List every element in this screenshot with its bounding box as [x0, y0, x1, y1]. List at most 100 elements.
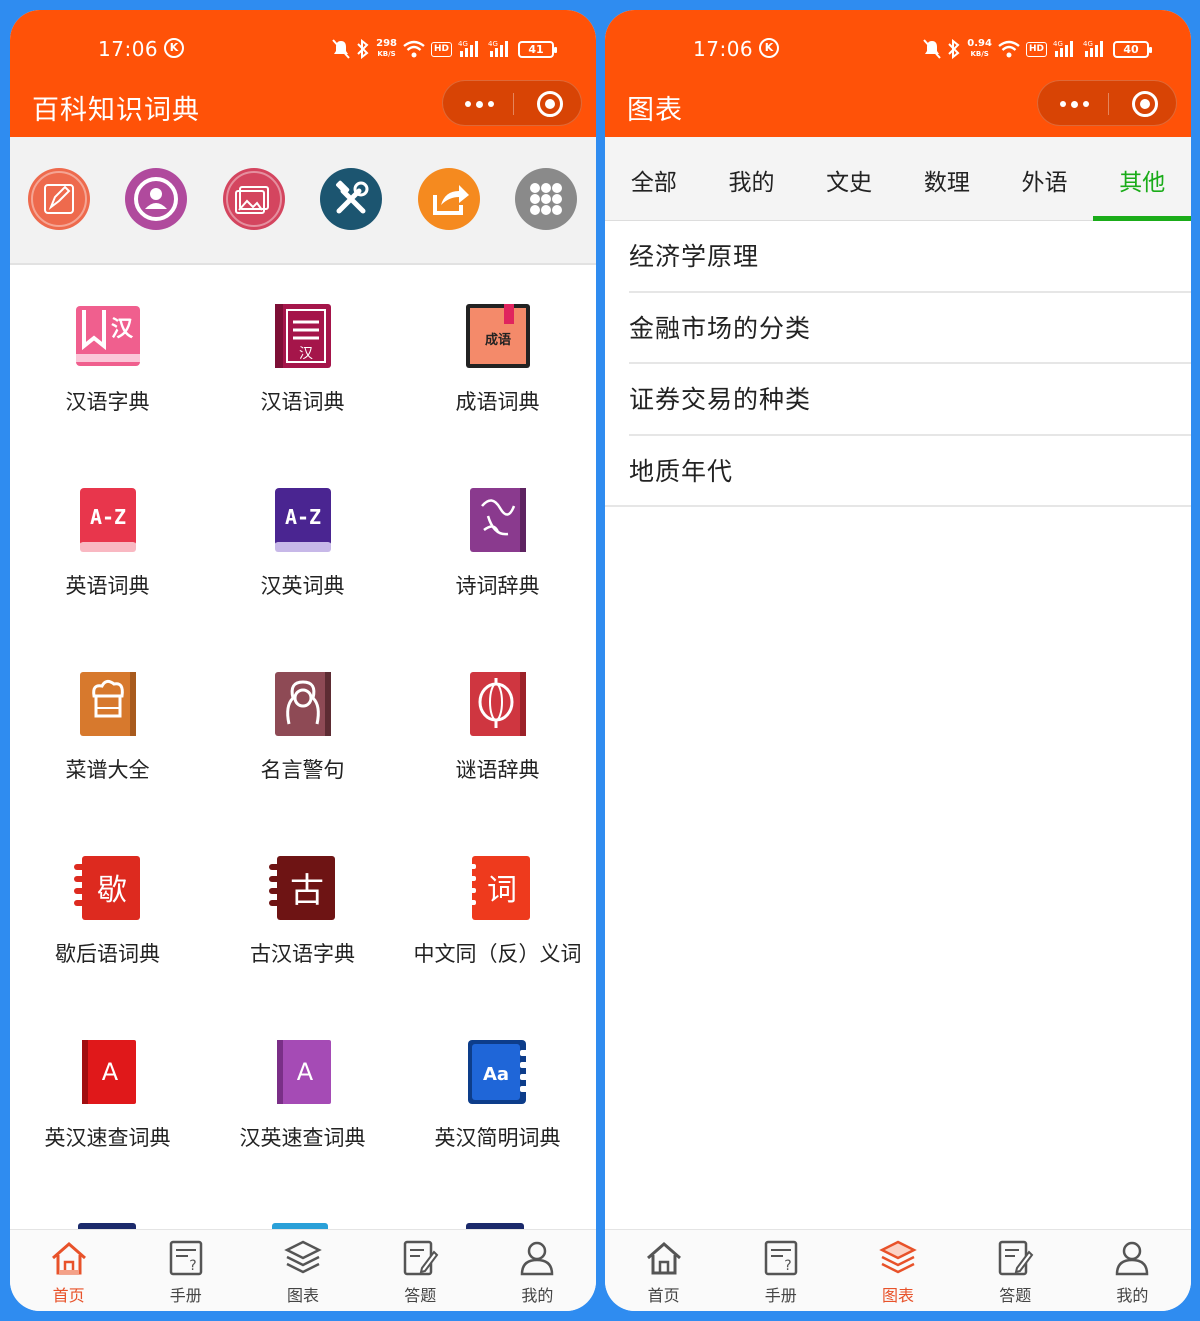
more-dots-icon[interactable]	[1056, 93, 1092, 115]
grid-item-chinese-english-dict[interactable]: A-Z 汉英词典	[205, 450, 400, 634]
svg-text:歇: 歇	[97, 873, 127, 908]
lantern-book-icon	[470, 672, 526, 736]
aa-dictionary-book-icon: Aa	[468, 1040, 528, 1104]
az-book-icon: A-Z	[80, 488, 136, 552]
tools-icon[interactable]	[319, 167, 383, 231]
grid-item-label: 汉英词典	[260, 574, 345, 598]
bottom-nav: 首页 ? 手册 图表 答题 我的	[10, 1229, 596, 1311]
user-icon	[1116, 1241, 1149, 1276]
spiral-notebook-icon: 词	[468, 856, 530, 920]
svg-text:汉: 汉	[299, 346, 313, 362]
status-bar: 17:06 K 0.94 KB/S HD 4G 4G 40	[605, 32, 1191, 66]
letter-a-book-icon: A	[82, 1040, 136, 1104]
list-item[interactable]: 经济学原理	[629, 221, 1191, 293]
grid-item-synonym-antonym[interactable]: 词 中文同（反）义词	[400, 818, 595, 1002]
grid-item-label: 英语词典	[65, 574, 150, 598]
grid-item-label: 汉语字典	[65, 390, 150, 414]
mini-program-capsule	[442, 80, 582, 126]
nav-home[interactable]: 首页	[10, 1230, 127, 1311]
grid-item-english-dict[interactable]: A-Z 英语词典	[10, 450, 205, 634]
svg-text:成语: 成语	[485, 332, 511, 348]
svg-text:4G: 4G	[1053, 40, 1063, 48]
nav-quiz[interactable]: 答题	[362, 1230, 479, 1311]
nav-manual[interactable]: ? 手册	[722, 1230, 839, 1311]
grid-item-label: 汉语词典	[260, 390, 345, 414]
tab-literature-history[interactable]: 文史	[800, 137, 898, 220]
status-bar: 17:06 K 298 KB/S HD 4G 4G 41	[10, 32, 596, 66]
manual-icon: ?	[169, 1240, 203, 1276]
grid-item-zh-en-quick[interactable]: A 汉英速查词典	[205, 1002, 400, 1186]
grid-item-hanyu-zidian[interactable]: 汉 汉语字典	[10, 266, 205, 450]
svg-text:汉: 汉	[111, 317, 134, 342]
grid-item-en-zh-quick[interactable]: A 英汉速查词典	[10, 1002, 205, 1186]
grid-item-label: 歇后语词典	[55, 942, 160, 966]
tab-foreign-language[interactable]: 外语	[996, 137, 1094, 220]
grid-item-label: 中文同（反）义词	[413, 942, 582, 966]
grid-item-hanyu-cidian[interactable]: 汉 汉语词典	[205, 266, 400, 450]
chinese-dictionary-book-icon: 汉	[76, 306, 140, 366]
tab-math-science[interactable]: 数理	[898, 137, 996, 220]
header-bar: 17:06 K 0.94 KB/S HD 4G 4G 40 图表	[605, 10, 1191, 137]
nav-quiz[interactable]: 答题	[957, 1230, 1074, 1311]
nav-charts[interactable]: 图表	[244, 1230, 361, 1311]
grid-item-label: 菜谱大全	[65, 758, 150, 782]
signal-4g-icon: 4G	[488, 40, 508, 57]
grid-item-en-zh-concise[interactable]: Aa 英汉简明词典	[400, 1002, 595, 1186]
signal-4g-icon: 4G	[1083, 40, 1103, 57]
list-item[interactable]: 地质年代	[605, 436, 1191, 507]
mute-bell-icon	[923, 39, 942, 59]
grid-item-label: 古汉语字典	[250, 942, 355, 966]
net-speed: 298 KB/S	[376, 38, 397, 59]
grid-item-quotes[interactable]: 名言警句	[205, 634, 400, 818]
layers-icon	[879, 1240, 917, 1274]
grid-item-poetry-dict[interactable]: 诗词辞典	[400, 450, 595, 634]
quiz-edit-icon	[403, 1240, 439, 1276]
user-profile-icon[interactable]	[124, 167, 188, 231]
header-bar: 17:06 K 298 KB/S HD 4G 4G 41 百科知识词典	[10, 10, 596, 137]
grid-item-label: 谜语辞典	[455, 758, 540, 782]
list-item[interactable]: 证券交易的种类	[629, 364, 1191, 436]
category-tabs: 全部 我的 文史 数理 外语 其他	[605, 137, 1191, 221]
close-target-icon[interactable]	[1132, 91, 1158, 117]
spiral-notebook-icon: 歇	[74, 856, 140, 920]
bottom-nav: 首页 ? 手册 图表 答题 我的	[605, 1229, 1191, 1311]
svg-text:4G: 4G	[1083, 40, 1093, 48]
svg-text:A: A	[297, 1058, 314, 1086]
battery-icon: 40	[1113, 40, 1152, 58]
nav-mine[interactable]: 我的	[479, 1230, 596, 1311]
image-gallery-icon[interactable]	[222, 167, 286, 231]
svg-text:Aa: Aa	[483, 1064, 509, 1085]
chef-hat-book-icon	[80, 672, 136, 736]
grid-item-recipes[interactable]: 菜谱大全	[10, 634, 205, 818]
grid-item-label: 名言警句	[260, 758, 345, 782]
page-title: 百科知识词典	[32, 95, 200, 126]
tab-all[interactable]: 全部	[605, 137, 703, 220]
grid-item-riddles[interactable]: 谜语辞典	[400, 634, 595, 818]
grid-item-chengyu-cidian[interactable]: 成语 成语词典	[400, 266, 595, 450]
battery-icon: 41	[518, 40, 557, 58]
tab-other[interactable]: 其他	[1093, 137, 1191, 221]
hd-badge: HD	[430, 41, 452, 57]
nav-home[interactable]: 首页	[605, 1230, 722, 1311]
user-icon	[521, 1241, 554, 1276]
close-target-icon[interactable]	[537, 91, 563, 117]
svg-text:A-Z: A-Z	[90, 505, 126, 529]
nav-charts[interactable]: 图表	[839, 1230, 956, 1311]
tab-mine[interactable]: 我的	[703, 137, 801, 220]
edit-pen-icon[interactable]	[27, 167, 91, 231]
az-book-icon: A-Z	[275, 488, 331, 552]
grid-item-ancient-chinese[interactable]: 古 古汉语字典	[205, 818, 400, 1002]
more-dots-icon[interactable]	[461, 93, 497, 115]
apps-grid-icon[interactable]	[514, 167, 578, 231]
mini-program-capsule	[1037, 80, 1177, 126]
phone-screen-charts: 17:06 K 0.94 KB/S HD 4G 4G 40 图表 全部 我的 文史…	[605, 10, 1191, 1311]
grid-item-xiehouyu[interactable]: 歇 歇后语词典	[10, 818, 205, 1002]
idiom-book-icon: 成语	[466, 304, 530, 368]
nav-mine[interactable]: 我的	[1074, 1230, 1191, 1311]
list-item[interactable]: 金融市场的分类	[629, 293, 1191, 364]
share-icon[interactable]	[417, 167, 481, 231]
grid-item-label: 汉英速查词典	[239, 1126, 366, 1150]
grid-item-label: 诗词辞典	[455, 574, 540, 598]
nav-manual[interactable]: ? 手册	[127, 1230, 244, 1311]
signal-4g-icon: 4G	[458, 40, 478, 57]
